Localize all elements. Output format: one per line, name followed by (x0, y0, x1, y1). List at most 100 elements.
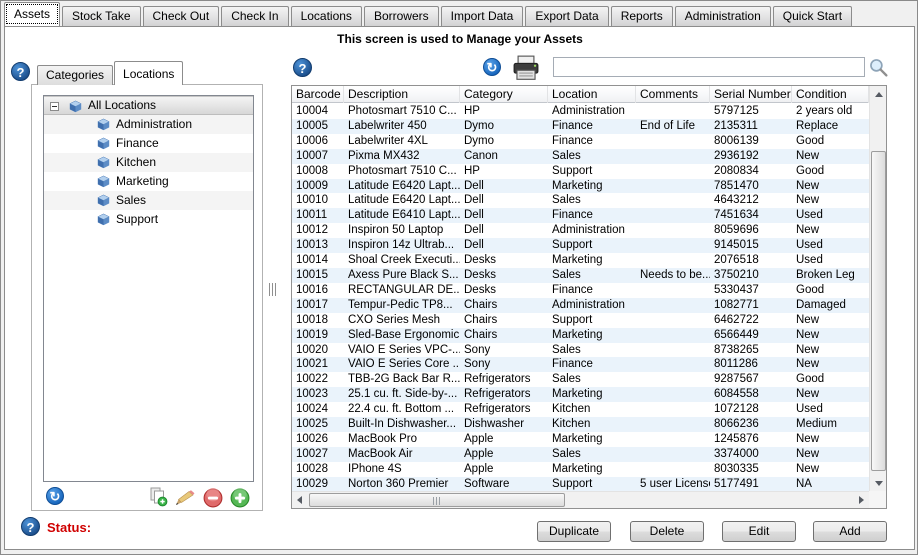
search-button[interactable] (868, 57, 889, 78)
scroll-right-button[interactable] (853, 492, 869, 509)
tab-administration[interactable]: Administration (675, 6, 771, 26)
cell-condition: New (792, 357, 869, 372)
vertical-scrollbar[interactable] (869, 86, 886, 491)
tree-expander-icon[interactable] (50, 102, 59, 111)
delete-location-icon[interactable] (203, 488, 223, 508)
add-button[interactable]: Add (813, 521, 887, 542)
column-header-barcode[interactable]: Barcode (292, 86, 344, 103)
duplicate-location-icon[interactable] (148, 487, 168, 507)
tree-item-support[interactable]: Support (44, 210, 253, 229)
cell-serial-number: 8066236 (710, 417, 792, 432)
grid-refresh-icon[interactable]: ↻ (483, 58, 501, 76)
tab-export-data[interactable]: Export Data (525, 6, 608, 26)
cell-barcode: 10027 (292, 447, 344, 462)
column-header-location[interactable]: Location (548, 86, 636, 103)
tree-item-label: Kitchen (116, 153, 156, 172)
column-header-serial-number[interactable]: Serial Number (710, 86, 792, 103)
tree-item-all-locations[interactable]: All Locations (44, 96, 253, 115)
table-row-10004[interactable]: 10004Photosmart 7510 C...HPAdministratio… (292, 104, 869, 119)
help-icon-grid[interactable]: ? (293, 58, 312, 77)
scroll-left-button[interactable] (292, 492, 308, 509)
cell-category: Dell (460, 208, 548, 223)
tab-locations[interactable]: Locations (291, 6, 362, 26)
search-input[interactable] (553, 57, 865, 77)
tree-item-kitchen[interactable]: Kitchen (44, 153, 253, 172)
tree-item-marketing[interactable]: Marketing (44, 172, 253, 191)
table-row-10028[interactable]: 10028IPhone 4SAppleMarketing8030335New (292, 462, 869, 477)
tree-refresh-icon[interactable]: ↻ (46, 487, 64, 505)
table-row-10016[interactable]: 10016RECTANGULAR DE...DesksFinance533043… (292, 283, 869, 298)
left-tab-locations[interactable]: Locations (114, 61, 183, 85)
tab-check-in[interactable]: Check In (221, 6, 288, 26)
vertical-scroll-thumb[interactable] (871, 151, 886, 471)
tab-reports[interactable]: Reports (611, 6, 673, 26)
cell-category: Canon (460, 149, 548, 164)
help-icon-left[interactable]: ? (11, 62, 30, 81)
table-row-10018[interactable]: 10018CXO Series MeshChairsSupport6462722… (292, 313, 869, 328)
table-row-10014[interactable]: 10014Shoal Creek Executi...DesksMarketin… (292, 253, 869, 268)
edit-location-icon[interactable] (175, 488, 195, 508)
cell-condition: New (792, 343, 869, 358)
table-row-10029[interactable]: 10029Norton 360 PremierSoftwareSupport5 … (292, 477, 869, 492)
tab-assets[interactable]: Assets (4, 2, 60, 26)
cell-description: Pixma MX432 (344, 149, 460, 164)
tab-stock-take[interactable]: Stock Take (62, 6, 140, 26)
cell-condition: New (792, 193, 869, 208)
add-location-icon[interactable] (230, 488, 250, 508)
table-row-10024[interactable]: 1002422.4 cu. ft. Bottom ...Refrigerator… (292, 402, 869, 417)
table-row-10012[interactable]: 10012Inspiron 50 LaptopDellAdministratio… (292, 223, 869, 238)
column-header-condition[interactable]: Condition (792, 86, 869, 103)
table-row-10013[interactable]: 10013Inspiron 14z Ultrab...DellSupport91… (292, 238, 869, 253)
minus-circle-icon (203, 488, 223, 508)
table-row-10027[interactable]: 10027MacBook AirAppleSales3374000New (292, 447, 869, 462)
table-row-10010[interactable]: 10010Latitude E6420 Lapt...DellSales4643… (292, 193, 869, 208)
cell-barcode: 10015 (292, 268, 344, 283)
column-header-comments[interactable]: Comments (636, 86, 710, 103)
print-button[interactable] (511, 55, 541, 81)
table-row-10025[interactable]: 10025Built-In Dishwasher...DishwasherKit… (292, 417, 869, 432)
pencil-icon (175, 488, 195, 508)
tab-import-data[interactable]: Import Data (441, 6, 524, 26)
tab-quick-start[interactable]: Quick Start (773, 6, 852, 26)
tab-check-out[interactable]: Check Out (143, 6, 220, 26)
scroll-down-button[interactable] (870, 475, 887, 491)
table-row-10005[interactable]: 10005Labelwriter 450DymoFinanceEnd of Li… (292, 119, 869, 134)
table-row-10007[interactable]: 10007Pixma MX432CanonSales2936192New (292, 149, 869, 164)
horizontal-scrollbar[interactable] (292, 491, 869, 508)
table-row-10009[interactable]: 10009Latitude E6420 Lapt...DellMarketing… (292, 179, 869, 194)
panel-splitter[interactable] (269, 283, 277, 296)
cell-description: Labelwriter 4XL (344, 134, 460, 149)
scroll-up-button[interactable] (870, 86, 887, 102)
tree-item-finance[interactable]: Finance (44, 134, 253, 153)
tree-item-sales[interactable]: Sales (44, 191, 253, 210)
cell-serial-number: 2135311 (710, 119, 792, 134)
cell-comments (636, 372, 710, 387)
left-tab-categories[interactable]: Categories (37, 65, 113, 85)
edit-button[interactable]: Edit (722, 521, 796, 542)
cell-comments (636, 402, 710, 417)
delete-button[interactable]: Delete (630, 521, 704, 542)
table-row-10026[interactable]: 10026MacBook ProAppleMarketing1245876New (292, 432, 869, 447)
tab-borrowers[interactable]: Borrowers (364, 6, 439, 26)
cell-barcode: 10021 (292, 357, 344, 372)
horizontal-scroll-thumb[interactable] (309, 493, 565, 507)
table-row-10021[interactable]: 10021VAIO E Series Core ...SonyFinance80… (292, 357, 869, 372)
table-row-10008[interactable]: 10008Photosmart 7510 C...HPSupport208083… (292, 164, 869, 179)
cell-location: Sales (548, 193, 636, 208)
tree-item-administration[interactable]: Administration (44, 115, 253, 134)
table-row-10023[interactable]: 1002325.1 cu. ft. Side-by-...Refrigerato… (292, 387, 869, 402)
table-row-10006[interactable]: 10006Labelwriter 4XLDymoFinance8006139Go… (292, 134, 869, 149)
column-header-category[interactable]: Category (460, 86, 548, 103)
column-header-description[interactable]: Description (344, 86, 460, 103)
cell-description: Inspiron 14z Ultrab... (344, 238, 460, 253)
table-row-10011[interactable]: 10011Latitude E6410 Lapt...DellFinance74… (292, 208, 869, 223)
table-row-10022[interactable]: 10022TBB-2G Back Bar R...RefrigeratorsSa… (292, 372, 869, 387)
cell-condition: Used (792, 238, 869, 253)
table-row-10017[interactable]: 10017Tempur-Pedic TP8...ChairsAdministra… (292, 298, 869, 313)
table-row-10019[interactable]: 10019Sled-Base ErgonomicChairsMarketing6… (292, 328, 869, 343)
table-row-10015[interactable]: 10015Axess Pure Black S...DesksSalesNeed… (292, 268, 869, 283)
table-row-10020[interactable]: 10020VAIO E Series VPC-...SonySales87382… (292, 343, 869, 358)
duplicate-button[interactable]: Duplicate (537, 521, 611, 542)
app-window: AssetsStock TakeCheck OutCheck InLocatio… (0, 0, 918, 555)
cell-description: Inspiron 50 Laptop (344, 223, 460, 238)
